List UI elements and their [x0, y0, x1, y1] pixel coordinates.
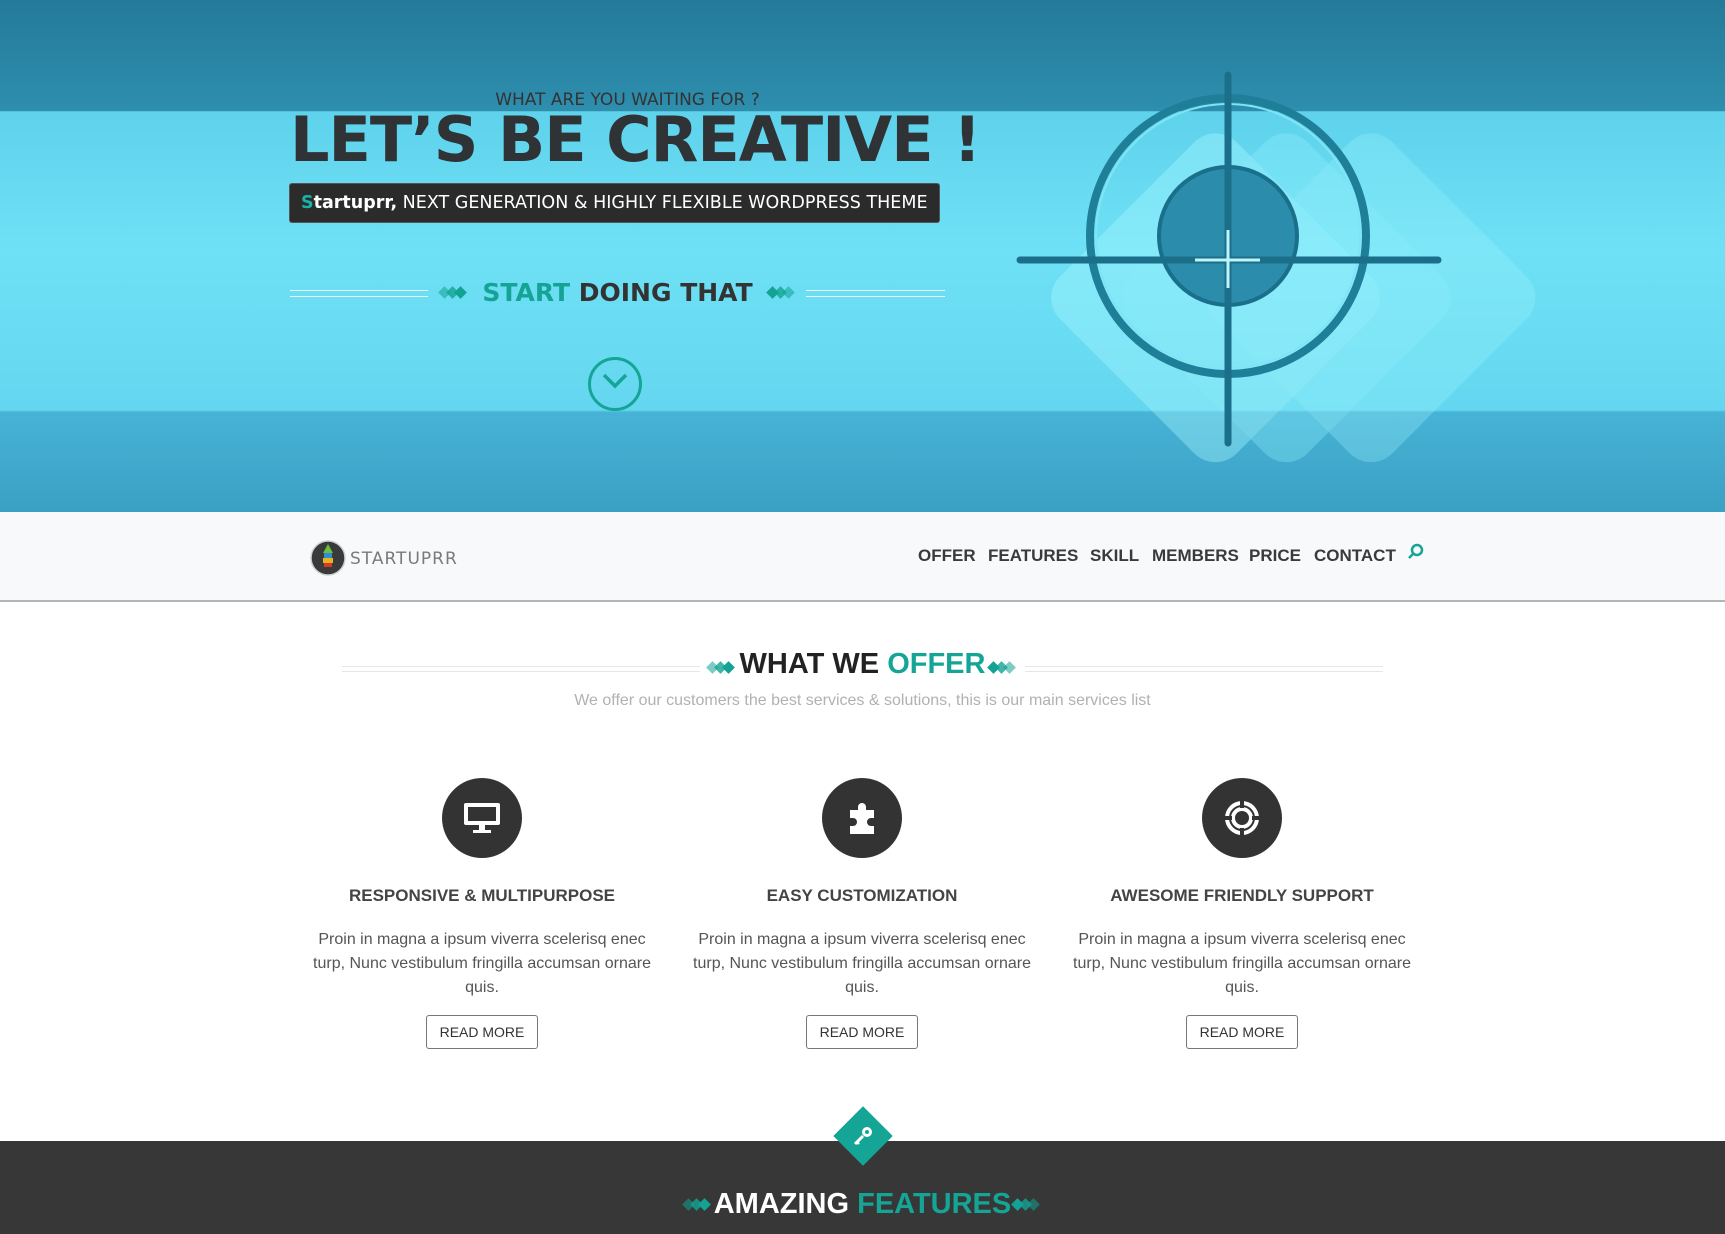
service-card: AWESOME FRIENDLY SUPPORT Proin in magna … [1062, 778, 1422, 1049]
key-icon [853, 1127, 872, 1146]
service-card: RESPONSIVE & MULTIPURPOSE Proin in magna… [302, 778, 662, 1049]
service-title: EASY CUSTOMIZATION [766, 886, 958, 905]
offer-title: WHAT WE OFFER [0, 648, 1725, 681]
features-title-a: AMAZING [713, 1188, 858, 1220]
nav-item-offer[interactable]: OFFER [918, 546, 976, 566]
monitor-icon [464, 803, 500, 833]
service-title: RESPONSIVE & MULTIPURPOSE [348, 886, 616, 905]
nav-item-skill[interactable]: SKILL [1090, 546, 1139, 566]
scroll-down-button[interactable] [588, 357, 642, 411]
hero-headline: LET’S BE CREATIVE ! [290, 103, 981, 176]
service-icon-circle [442, 778, 522, 858]
hero-tagline: Startuprr, NEXT GENERATION & HIGHLY FLEX… [290, 184, 939, 222]
hero-text-block: WHAT ARE YOU WAITING FOR ? LET’S BE CREA… [290, 90, 981, 222]
hero-cta-row: START DOING THAT [290, 278, 945, 308]
startuprr-logo-icon[interactable] [310, 536, 354, 580]
puzzle-icon [850, 803, 874, 834]
service-text: Proin in magna a ipsum viverra scelerisq… [693, 931, 1031, 996]
nav-item-price[interactable]: PRICE [1249, 546, 1301, 566]
nav-item-members[interactable]: MEMBERS [1152, 546, 1239, 566]
service-icon-circle [822, 778, 902, 858]
read-more-button[interactable]: READ MORE [805, 1015, 919, 1049]
service-text: Proin in magna a ipsum viverra scelerisq… [313, 931, 651, 996]
navbar [0, 512, 1725, 602]
chevron-down-icon [602, 373, 628, 389]
target-crosshair-icon [1016, 71, 1536, 463]
read-more-button[interactable]: READ MORE [1185, 1015, 1299, 1049]
features-title: AMAZING FEATURES [0, 1188, 1725, 1221]
nav-item-contact[interactable]: CONTACT [1314, 546, 1396, 566]
diamond-ornament-icon [766, 286, 796, 300]
offer-title-a: WHAT WE [739, 648, 888, 680]
search-icon[interactable] [1407, 543, 1425, 561]
hero-section: WHAT ARE YOU WAITING FOR ? LET’S BE CREA… [0, 0, 1725, 512]
service-title: AWESOME FRIENDLY SUPPORT [1110, 886, 1374, 905]
service-text: Proin in magna a ipsum viverra scelerisq… [1073, 931, 1411, 996]
logo-text[interactable]: STARTUPRR [350, 549, 458, 569]
tagline-initial: S [301, 193, 314, 213]
service-card: EASY CUSTOMIZATION Proin in magna a ipsu… [682, 778, 1042, 1049]
offer-subtitle: We offer our customers the best services… [574, 692, 1151, 709]
nav-item-features[interactable]: FEATURES [988, 546, 1078, 566]
offer-title-b: OFFER [887, 648, 986, 680]
cta-rest: DOING THAT [570, 278, 753, 307]
divider-line [806, 290, 945, 297]
read-more-button[interactable]: READ MORE [425, 1015, 539, 1049]
cta-highlight: START [482, 278, 571, 307]
tagline-brand: tartuprr, [313, 193, 398, 213]
service-icon-circle [1202, 778, 1282, 858]
features-title-b: FEATURES [857, 1188, 1012, 1220]
tagline-text: NEXT GENERATION & HIGHLY FLEXIBLE WORDPR… [397, 193, 928, 213]
lifebuoy-icon [1224, 800, 1260, 836]
